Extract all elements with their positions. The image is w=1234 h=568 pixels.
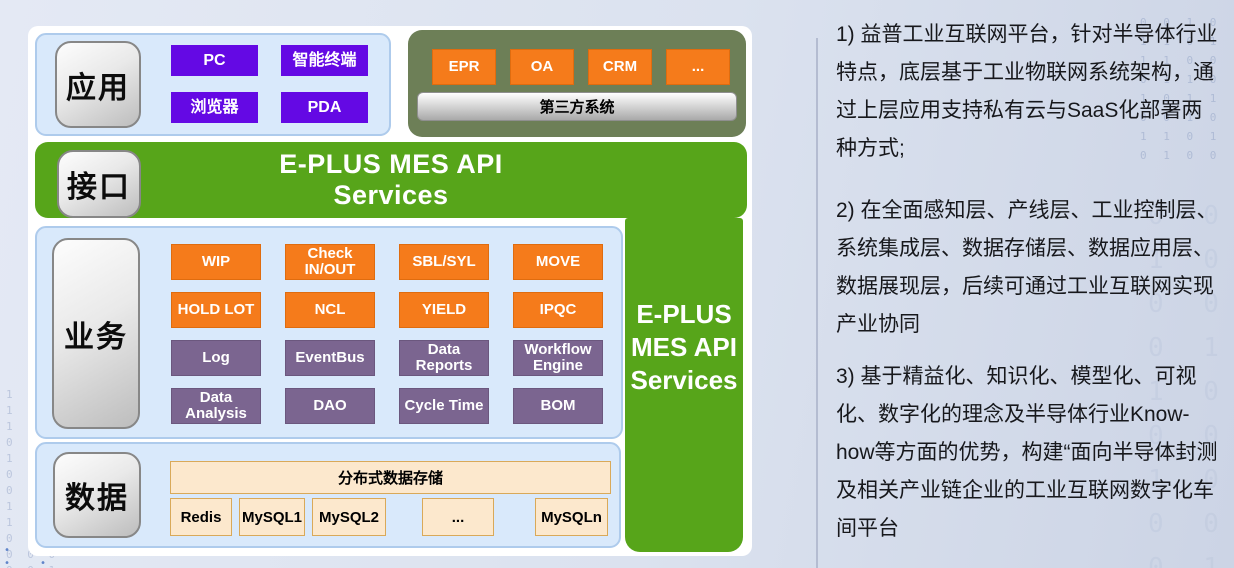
- note-paragraph-1: 1) 益普工业互联网平台，针对半导体行业特点，底层基于工业物联网系统架构，通过上…: [836, 16, 1222, 168]
- storage-cells-row: Redis MySQL1 MySQL2 ... MySQLn: [170, 498, 608, 536]
- business-item-cycle-time: Cycle Time: [399, 388, 489, 424]
- external-systems-container: EPR OA CRM ... 第三方系统: [408, 30, 746, 137]
- business-item-wip: WIP: [171, 244, 261, 280]
- store-mysqln: MySQLn: [535, 498, 608, 536]
- app-item-smart-terminal: 智能终端: [281, 45, 368, 76]
- business-items-grid: WIP Check IN/OUT SBL/SYL MOVE HOLD LOT N…: [171, 244, 603, 424]
- slide-canvas: 0 0 1 0 1 1 0 1 1 1 0 0 0 1 1 0 1 0 1 1 …: [0, 0, 1234, 568]
- distributed-storage-header: 分布式数据存储: [170, 461, 611, 494]
- mes-api-title-line1: E-PLUS MES API: [279, 149, 503, 180]
- external-systems-row: EPR OA CRM ...: [432, 49, 730, 85]
- mes-api-title: E-PLUS MES API Services: [35, 142, 747, 218]
- api-column-line2: MES API: [631, 331, 737, 364]
- business-item-hold-lot: HOLD LOT: [171, 292, 261, 328]
- store-redis: Redis: [170, 498, 232, 536]
- business-item-sbl-syl: SBL/SYL: [399, 244, 489, 280]
- store-ellipsis: ...: [422, 498, 494, 536]
- interface-layer-label: 接口: [57, 150, 141, 218]
- business-item-workflow-engine: Workflow Engine: [513, 340, 603, 376]
- business-item-log: Log: [171, 340, 261, 376]
- application-layer-label: 应用: [55, 41, 141, 128]
- mes-api-title-line2: Services: [333, 180, 448, 211]
- ext-system-oa: OA: [510, 49, 574, 85]
- business-item-ncl: NCL: [285, 292, 375, 328]
- business-item-data-analysis: Data Analysis: [171, 388, 261, 424]
- business-item-bom: BOM: [513, 388, 603, 424]
- app-item-pc: PC: [171, 45, 258, 76]
- api-column-line3: Services: [631, 364, 738, 397]
- mes-api-services-column: E-PLUS MES API Services: [625, 218, 743, 552]
- store-mysql1: MySQL1: [239, 498, 305, 536]
- app-item-browser: 浏览器: [171, 92, 258, 123]
- third-party-systems-bar: 第三方系统: [417, 92, 737, 121]
- business-item-eventbus: EventBus: [285, 340, 375, 376]
- business-layer-label: 业务: [52, 238, 140, 429]
- business-item-check-in-out: Check IN/OUT: [285, 244, 375, 280]
- api-column-line1: E-PLUS: [636, 298, 731, 331]
- app-item-pda: PDA: [281, 92, 368, 123]
- business-item-yield: YIELD: [399, 292, 489, 328]
- business-item-data-reports: Data Reports: [399, 340, 489, 376]
- ext-system-epr: EPR: [432, 49, 496, 85]
- store-mysql2: MySQL2: [312, 498, 386, 536]
- note-paragraph-3: 3) 基于精益化、知识化、模型化、可视化、数字化的理念及半导体行业Know-ho…: [836, 358, 1222, 548]
- note-paragraph-2: 2) 在全面感知层、产线层、工业控制层、系统集成层、数据存储层、数据应用层、数据…: [836, 192, 1222, 344]
- business-item-move: MOVE: [513, 244, 603, 280]
- interface-layer-bar: E-PLUS MES API Services: [35, 142, 747, 218]
- ext-system-crm: CRM: [588, 49, 652, 85]
- business-item-ipqc: IPQC: [513, 292, 603, 328]
- data-layer-label: 数据: [53, 452, 141, 538]
- application-items-grid: PC 智能终端 浏览器 PDA: [171, 45, 368, 123]
- vertical-divider: [816, 38, 818, 568]
- business-item-dao: DAO: [285, 388, 375, 424]
- ext-system-more: ...: [666, 49, 730, 85]
